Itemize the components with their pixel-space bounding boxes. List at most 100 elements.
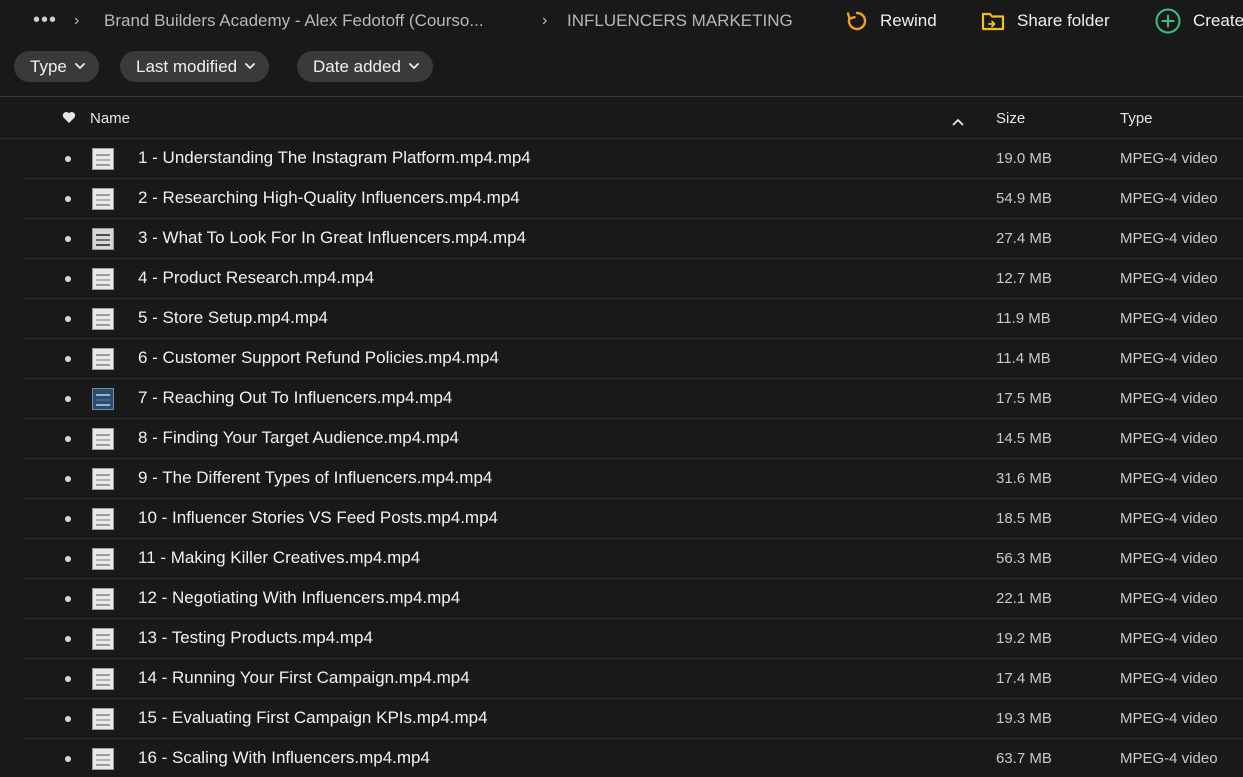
row-select-dot[interactable] [65, 516, 71, 522]
create-label: Create [1193, 11, 1243, 30]
file-name[interactable]: 3 - What To Look For In Great Influencer… [138, 228, 526, 248]
row-select-dot[interactable] [65, 396, 71, 402]
row-select-dot[interactable] [65, 156, 71, 162]
video-thumbnail-icon [92, 628, 114, 650]
breadcrumb-current-folder[interactable]: INFLUENCERS MARKETING [567, 11, 793, 31]
row-select-dot[interactable] [65, 436, 71, 442]
file-name[interactable]: 14 - Running Your First Campaign.mp4.mp4 [138, 668, 470, 688]
column-header-type[interactable]: Type [1120, 110, 1153, 127]
file-type: MPEG-4 video [1120, 510, 1218, 527]
rewind-button[interactable]: Rewind [846, 6, 937, 36]
row-select-dot[interactable] [65, 676, 71, 682]
video-thumbnail-icon [92, 228, 114, 250]
video-thumbnail-icon [92, 468, 114, 490]
filter-date-added-dropdown[interactable]: Date added [297, 51, 433, 82]
filter-type-dropdown[interactable]: Type [14, 51, 99, 82]
chevron-down-icon [74, 62, 85, 72]
rewind-label: Rewind [880, 11, 937, 30]
video-thumbnail-icon [92, 388, 114, 410]
row-select-dot[interactable] [65, 716, 71, 722]
plus-circle-icon [1155, 8, 1181, 34]
file-name[interactable]: 9 - The Different Types of Influencers.m… [138, 468, 492, 488]
row-select-dot[interactable] [65, 236, 71, 242]
file-name[interactable]: 16 - Scaling With Influencers.mp4.mp4 [138, 748, 430, 768]
row-select-dot[interactable] [65, 356, 71, 362]
file-size: 63.7 MB [996, 750, 1052, 767]
file-row[interactable]: 9 - The Different Types of Influencers.m… [24, 459, 1243, 499]
file-name[interactable]: 13 - Testing Products.mp4.mp4 [138, 628, 373, 648]
file-size: 19.2 MB [996, 630, 1052, 647]
file-type: MPEG-4 video [1120, 470, 1218, 487]
video-thumbnail-icon [92, 308, 114, 330]
file-name[interactable]: 10 - Influencer Stories VS Feed Posts.mp… [138, 508, 498, 528]
share-folder-button[interactable]: Share folder [981, 6, 1110, 36]
more-breadcrumbs-button[interactable]: ••• [33, 10, 57, 30]
file-row[interactable]: 5 - Store Setup.mp4.mp4 11.9 MB MPEG-4 vid… [24, 299, 1243, 339]
file-type: MPEG-4 video [1120, 630, 1218, 647]
file-row[interactable]: 8 - Finding Your Target Audience.mp4.mp4… [24, 419, 1243, 459]
file-size: 11.4 MB [996, 350, 1051, 367]
column-header-size[interactable]: Size [996, 110, 1025, 127]
video-thumbnail-icon [92, 268, 114, 290]
rewind-icon [846, 11, 867, 31]
file-size: 56.3 MB [996, 550, 1052, 567]
heart-icon[interactable] [62, 111, 76, 129]
file-type: MPEG-4 video [1120, 270, 1218, 287]
file-row[interactable]: 16 - Scaling With Influencers.mp4.mp4 63.… [24, 739, 1243, 777]
shared-folder-icon [981, 12, 1005, 31]
file-row[interactable]: 10 - Influencer Stories VS Feed Posts.mp… [24, 499, 1243, 539]
file-type: MPEG-4 video [1120, 190, 1218, 207]
file-row[interactable]: 6 - Customer Support Refund Policies.mp4… [24, 339, 1243, 379]
video-thumbnail-icon [92, 548, 114, 570]
file-name[interactable]: 5 - Store Setup.mp4.mp4 [138, 308, 328, 328]
file-row[interactable]: 4 - Product Research.mp4.mp4 12.7 MB MPEG-… [24, 259, 1243, 299]
breadcrumb-parent-folder[interactable]: Brand Builders Academy - Alex Fedotoff (… [104, 11, 484, 31]
file-name[interactable]: 7 - Reaching Out To Influencers.mp4.mp4 [138, 388, 452, 408]
row-select-dot[interactable] [65, 276, 71, 282]
file-name[interactable]: 15 - Evaluating First Campaign KPIs.mp4.… [138, 708, 488, 728]
file-type: MPEG-4 video [1120, 710, 1218, 727]
file-row[interactable]: 7 - Reaching Out To Influencers.mp4.mp4 1… [24, 379, 1243, 419]
file-name[interactable]: 8 - Finding Your Target Audience.mp4.mp4 [138, 428, 459, 448]
row-select-dot[interactable] [65, 756, 71, 762]
file-row[interactable]: 15 - Evaluating First Campaign KPIs.mp4.… [24, 699, 1243, 739]
file-type: MPEG-4 video [1120, 230, 1218, 247]
file-row[interactable]: 11 - Making Killer Creatives.mp4.mp4 56.3… [24, 539, 1243, 579]
row-select-dot[interactable] [65, 316, 71, 322]
file-name[interactable]: 4 - Product Research.mp4.mp4 [138, 268, 374, 288]
file-type: MPEG-4 video [1120, 430, 1218, 447]
file-size: 19.3 MB [996, 710, 1052, 727]
video-thumbnail-icon [92, 588, 114, 610]
row-select-dot[interactable] [65, 556, 71, 562]
file-name[interactable]: 11 - Making Killer Creatives.mp4.mp4 [138, 548, 420, 568]
file-name[interactable]: 6 - Customer Support Refund Policies.mp4… [138, 348, 499, 368]
file-row[interactable]: 2 - Researching High-Quality Influencers… [24, 179, 1243, 219]
file-size: 11.9 MB [996, 310, 1051, 327]
file-size: 17.4 MB [996, 670, 1052, 687]
file-type: MPEG-4 video [1120, 750, 1218, 767]
row-select-dot[interactable] [65, 476, 71, 482]
filter-last-modified-dropdown[interactable]: Last modified [120, 51, 270, 82]
column-header-name[interactable]: Name [90, 110, 130, 127]
create-button[interactable]: Create [1155, 6, 1243, 36]
sort-ascending-icon[interactable] [952, 113, 964, 131]
row-select-dot[interactable] [65, 636, 71, 642]
video-thumbnail-icon [92, 508, 114, 530]
file-name[interactable]: 1 - Understanding The Instagram Platform… [138, 148, 531, 168]
file-row[interactable]: 12 - Negotiating With Influencers.mp4.mp… [24, 579, 1243, 619]
file-row[interactable]: 1 - Understanding The Instagram Platform… [24, 139, 1243, 179]
file-row[interactable]: 3 - What To Look For In Great Influencer… [24, 219, 1243, 259]
file-name[interactable]: 2 - Researching High-Quality Influencers… [138, 188, 520, 208]
file-size: 18.5 MB [996, 510, 1052, 527]
file-name[interactable]: 12 - Negotiating With Influencers.mp4.mp… [138, 588, 460, 608]
chevron-right-icon: › [542, 12, 548, 29]
file-type: MPEG-4 video [1120, 350, 1218, 367]
file-row[interactable]: 14 - Running Your First Campaign.mp4.mp4… [24, 659, 1243, 699]
file-size: 22.1 MB [996, 590, 1052, 607]
file-list: 1 - Understanding The Instagram Platform… [0, 139, 1243, 777]
row-select-dot[interactable] [65, 596, 71, 602]
top-bar: ••• › Brand Builders Academy - Alex Fedo… [0, 0, 1243, 44]
row-select-dot[interactable] [65, 196, 71, 202]
file-row[interactable]: 13 - Testing Products.mp4.mp4 19.2 MB MPEG… [24, 619, 1243, 659]
file-size: 31.6 MB [996, 470, 1052, 487]
